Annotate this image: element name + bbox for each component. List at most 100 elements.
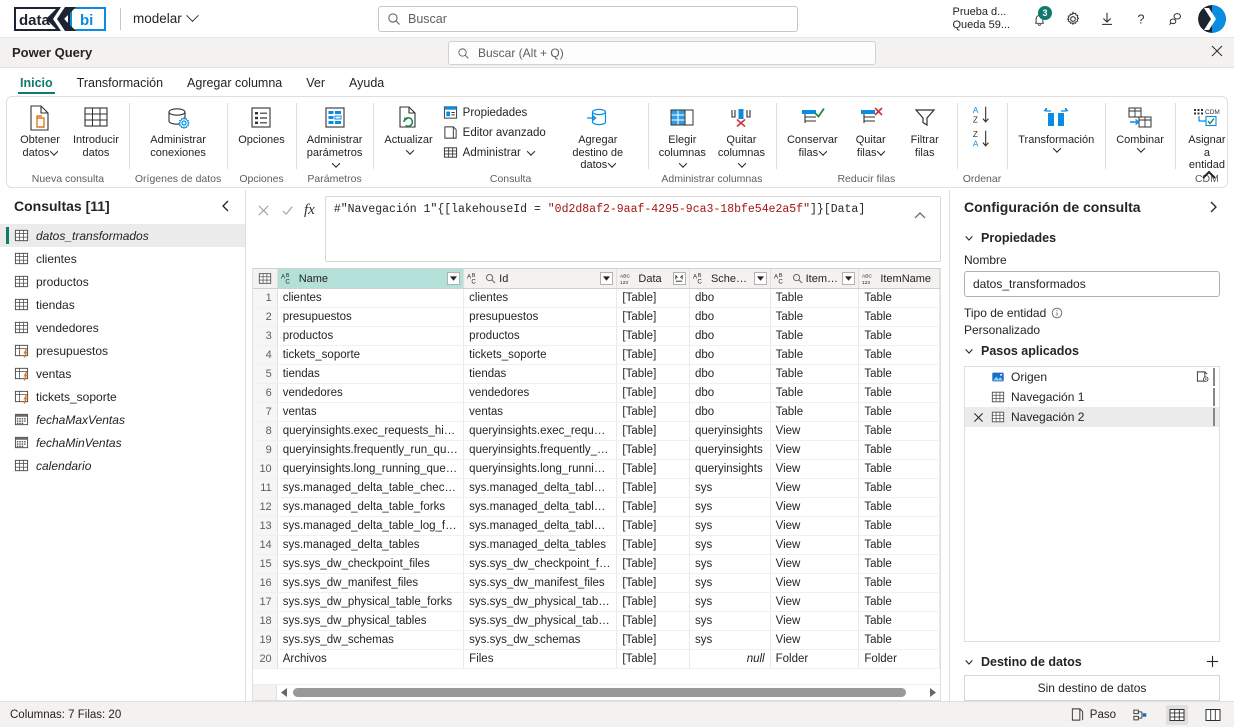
select-all-corner[interactable] [253,269,277,289]
cell-name[interactable]: sys.managed_delta_tables [277,536,463,555]
tab-ayuda[interactable]: Ayuda [339,73,394,94]
cell-data[interactable]: [Table] [617,650,690,669]
cell-itemname[interactable]: Table [859,289,940,308]
chevron-down-icon[interactable] [405,146,413,154]
applied-step-navegacion-1[interactable]: Navegación 1 [965,387,1219,407]
destination-section-header[interactable]: Destino de datos [964,654,1220,669]
table-row[interactable]: 18sys.sys_dw_physical_tablessys.sys_dw_p… [253,612,940,631]
horizontal-scrollbar[interactable] [277,685,940,701]
column-header-itemkind[interactable]: A B C ItemKind [770,269,859,289]
cell-itemkind[interactable]: View [770,479,859,498]
query-item-datos-transformados[interactable]: datos_transformados [0,224,245,247]
cell-schema[interactable]: null [689,650,770,669]
cell-itemkind[interactable]: View [770,631,859,650]
step-settings-button[interactable] [1196,370,1209,383]
cell-name[interactable]: sys.managed_delta_table_log_files [277,517,463,536]
cell-itemkind[interactable]: Table [770,308,859,327]
table-row[interactable]: 2presupuestospresupuestos[Table]dboTable… [253,308,940,327]
agregar-destino-de-datos-button[interactable]: Agregar destino de datos [554,100,642,172]
help-button[interactable]: ? [1126,4,1156,34]
cell-data[interactable]: [Table] [617,384,690,403]
table-row[interactable]: 16sys.sys_dw_manifest_filessys.sys_dw_ma… [253,574,940,593]
global-search-box[interactable]: Buscar [378,6,798,32]
cell-name[interactable]: vendedores [277,384,463,403]
cell-name[interactable]: sys.sys_dw_physical_table_forks [277,593,463,612]
cell-name[interactable]: sys.managed_delta_table_checkpoints [277,479,463,498]
cell-name[interactable]: clientes [277,289,463,308]
cell-name[interactable]: sys.sys_dw_manifest_files [277,574,463,593]
table-row[interactable]: 4tickets_soportetickets_soporte[Table]db… [253,346,940,365]
table-row[interactable]: 14sys.managed_delta_tablessys.managed_de… [253,536,940,555]
cell-id[interactable]: productos [464,327,617,346]
step-status-button[interactable]: Paso [1070,707,1116,722]
workspace-selector[interactable]: modelar [133,11,197,26]
cell-itemkind[interactable]: Folder [770,650,859,669]
cell-data[interactable]: [Table] [617,308,690,327]
trial-info[interactable]: Prueba d... Queda 59... [953,6,1021,32]
filtrar-filas-button[interactable]: Filtrar filas [899,100,951,159]
cell-schema[interactable]: sys [689,479,770,498]
cell-itemkind[interactable]: Table [770,289,859,308]
cell-id[interactable]: sys.managed_delta_tables [464,536,617,555]
cell-itemkind[interactable]: Table [770,384,859,403]
cell-itemname[interactable]: Table [859,460,940,479]
cell-itemname[interactable]: Table [859,479,940,498]
cell-itemkind[interactable]: View [770,460,859,479]
cell-itemkind[interactable]: View [770,555,859,574]
table-row[interactable]: 6vendedoresvendedores[Table]dboTableTabl… [253,384,940,403]
cell-schema[interactable]: sys [689,612,770,631]
cell-name[interactable]: sys.sys_dw_physical_tables [277,612,463,631]
column-filter-name[interactable] [447,272,460,285]
table-row[interactable]: 7ventasventas[Table]dboTableTable [253,403,940,422]
cell-data[interactable]: [Table] [617,422,690,441]
applied-step-origen[interactable]: Origen [965,367,1219,387]
info-icon[interactable] [1051,307,1063,319]
cell-name[interactable]: Archivos [277,650,463,669]
quitar-filas-button[interactable]: Quitar filas [845,100,897,159]
applied-step-navegacion-2[interactable]: Navegación 2 [965,407,1219,427]
cell-id[interactable]: sys.sys_dw_physical_table_forks [464,593,617,612]
query-item-tiendas[interactable]: tiendas [0,293,245,316]
power-query-search-box[interactable]: Buscar (Alt + Q) [448,41,876,65]
cell-id[interactable]: sys.managed_delta_table_forks [464,498,617,517]
cell-data[interactable]: [Table] [617,536,690,555]
administrar-conexiones-button[interactable]: Administrar conexiones [135,100,221,159]
column-header-data[interactable]: ABC 123 Data [617,269,690,289]
cell-schema[interactable]: sys [689,593,770,612]
query-item-tickets-soporte[interactable]: tickets_soporte [0,385,245,408]
collapse-queries-button[interactable] [219,199,233,213]
cell-data[interactable]: [Table] [617,327,690,346]
query-item-presupuestos[interactable]: presupuestos [0,339,245,362]
step-delete-button[interactable] [971,412,985,423]
scrollbar-thumb[interactable] [293,688,906,697]
cell-data[interactable]: [Table] [617,555,690,574]
combinar-button[interactable]: Combinar [1111,100,1169,153]
column-filter-id[interactable] [600,272,613,285]
column-header-id[interactable]: A B C Id [464,269,617,289]
cell-itemname[interactable]: Table [859,612,940,631]
cell-data[interactable]: [Table] [617,441,690,460]
cell-name[interactable]: sys.managed_delta_table_forks [277,498,463,517]
sort-ascending-button[interactable]: A Z [971,104,993,126]
asignar-a-entidad-button[interactable]: CDM Asignar a entidad [1181,100,1228,172]
cell-name[interactable]: sys.sys_dw_schemas [277,631,463,650]
cell-data[interactable]: [Table] [617,612,690,631]
name-input[interactable]: datos_transformados [964,271,1220,297]
cell-id[interactable]: sys.sys_dw_physical_tables [464,612,617,631]
editor-avanzado-button[interactable]: Editor avanzado [440,123,552,142]
cell-id[interactable]: queryinsights.frequently_run_queries [464,441,617,460]
cell-id[interactable]: queryinsights.long_running_queries [464,460,617,479]
table-row[interactable]: 5tiendastiendas[Table]dboTableTable [253,365,940,384]
cell-name[interactable]: productos [277,327,463,346]
obtener-datos-button[interactable]: Obtener datos [13,100,67,159]
cell-name[interactable]: queryinsights.exec_requests_history [277,422,463,441]
column-header-name[interactable]: A B C Name [277,269,463,289]
query-item-fechaminventas[interactable]: fechaMinVentas [0,431,245,454]
cell-id[interactable]: clientes [464,289,617,308]
properties-section-header[interactable]: Propiedades [964,231,1220,245]
column-header-schema[interactable]: A B C Schema [689,269,770,289]
cell-schema[interactable]: dbo [689,403,770,422]
table-row[interactable]: 11sys.managed_delta_table_checkpointssys… [253,479,940,498]
applied-steps-section-header[interactable]: Pasos aplicados [964,344,1220,358]
query-item-clientes[interactable]: clientes [0,247,245,270]
